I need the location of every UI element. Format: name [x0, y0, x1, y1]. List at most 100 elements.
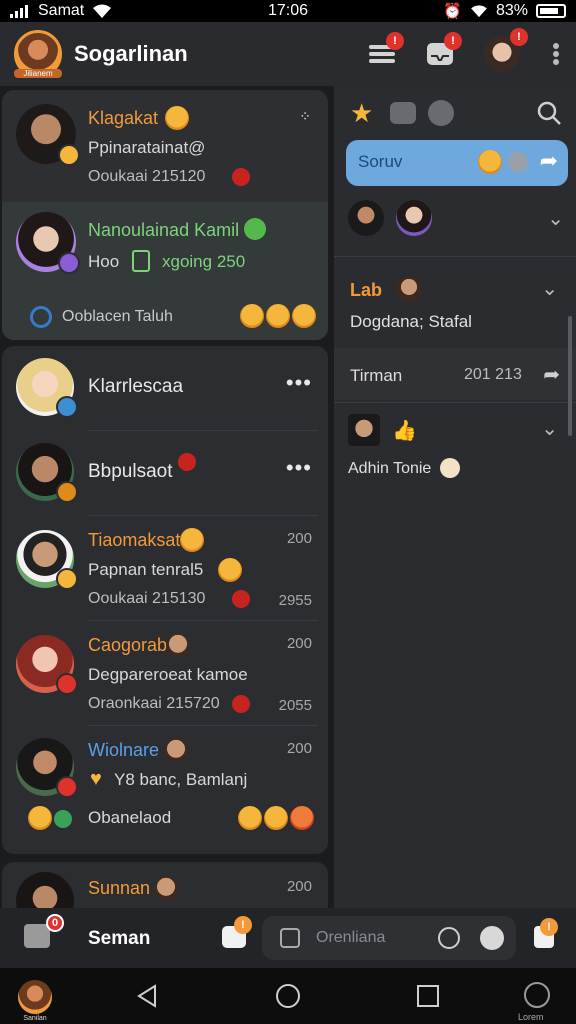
search-placeholder: Orenliana — [316, 929, 386, 946]
app-avatar[interactable]: Jilianem — [14, 30, 62, 78]
thumbs-up-icon[interactable]: 👍 — [392, 418, 417, 443]
item-count: 200 — [286, 740, 312, 757]
notifications-button[interactable]: ! — [426, 32, 462, 68]
status-bar: Samat 17:06 ⏰ 83% — [0, 0, 576, 22]
app-avatar-label: Jilianem — [14, 69, 62, 78]
section-label: Adhin Tonie — [348, 460, 432, 477]
add-reaction-icon[interactable] — [54, 810, 72, 828]
item-footer: Obanelaod — [88, 808, 172, 827]
reactions — [238, 806, 314, 830]
contact-name: Wiolnare — [88, 740, 160, 760]
avatar — [16, 530, 78, 590]
wifi-icon — [93, 4, 112, 18]
contact-meta: Ooukaai 215130 — [88, 590, 206, 607]
chat-bubble-icon[interactable] — [390, 102, 416, 124]
assistant-icon[interactable] — [524, 982, 550, 1008]
more-icon[interactable]: ••• — [286, 455, 312, 481]
recents-icon[interactable] — [416, 984, 440, 1008]
share-arrow-icon[interactable]: ➦ — [543, 362, 560, 387]
carrier-label: Samat — [38, 2, 85, 19]
partial-card: Sunnan 200 — [2, 862, 328, 912]
nav-right-label: Lorem — [518, 1012, 544, 1022]
status-badge — [56, 396, 78, 418]
section-lab[interactable]: Lab ⌄ Dogdana; Stafal — [334, 270, 576, 350]
user-emoji-icon — [164, 738, 188, 762]
contact-subtitle-a: Hoo — [88, 252, 120, 271]
like-icon[interactable] — [24, 924, 50, 948]
avatar[interactable] — [348, 200, 384, 236]
status-badge — [56, 673, 78, 695]
chevron-down-icon[interactable]: ⌄ — [541, 416, 558, 441]
battery-icon — [536, 4, 566, 18]
more-circle-icon[interactable] — [428, 100, 454, 126]
list-item[interactable]: Klagakat ⁘ Ppinaratainat@ Ooukaai 215120 — [2, 90, 328, 202]
back-icon[interactable] — [136, 984, 158, 1008]
section-tirman[interactable]: Tirman 201 213 ➦ — [334, 348, 576, 400]
menu-button[interactable]: ! — [368, 32, 404, 68]
section-adhin[interactable]: 👍 ⌄ Adhin Tonie — [334, 412, 576, 492]
scrollbar[interactable] — [568, 316, 572, 436]
grid-dots-icon[interactable]: ⁘ — [299, 108, 312, 125]
section-label: Tirman — [350, 366, 403, 385]
calendar-icon — [280, 928, 300, 948]
list-item[interactable]: Caogorab 200 Degpareroeat kamoe Oraonkaa… — [2, 621, 328, 725]
record-icon[interactable] — [438, 927, 460, 949]
star-icon[interactable]: ★ — [350, 98, 373, 129]
heart-icon: ♥ — [90, 768, 102, 790]
contact-name: Caogorab — [88, 635, 168, 655]
smile-emoji-icon — [165, 106, 189, 130]
section-value: 201 213 — [464, 366, 522, 383]
battery-percent: 83% — [495, 2, 528, 19]
unread-dot — [178, 453, 196, 471]
wifi-icon-right — [471, 5, 487, 18]
page-title: Sogarlinan — [74, 41, 188, 66]
avatar[interactable] — [396, 200, 432, 236]
status-badge — [56, 776, 78, 798]
contact-name: Klagakat — [88, 108, 159, 128]
contact-meta: Ooukaai 215120 — [88, 168, 206, 185]
app-header: Jilianem Sogarlinan ! ! ! — [0, 22, 576, 86]
avatar — [16, 443, 78, 503]
smile-emoji-icon — [28, 806, 52, 830]
home-icon[interactable] — [274, 982, 302, 1010]
item-count: 200 — [286, 878, 312, 895]
nav-avatar-label: Sanilan — [23, 1015, 47, 1022]
more-options-button[interactable] — [550, 40, 562, 68]
section-title: Lab — [350, 280, 383, 300]
status-chip[interactable]: Soruv ➦ — [346, 140, 568, 186]
contact-name: Bbpulsaot — [88, 461, 173, 482]
list-item[interactable]: Klarrlescaa ••• — [2, 346, 328, 430]
more-icon[interactable]: ••• — [286, 370, 312, 396]
contact-meta: Oraonkaai 215720 — [88, 695, 220, 712]
menu-badge: ! — [386, 32, 404, 50]
compose-bar: 0 Seman ! Orenliana ! — [0, 908, 576, 968]
chevron-down-icon[interactable]: ⌄ — [547, 206, 564, 231]
smile-emoji-icon — [292, 304, 316, 328]
share-arrow-icon[interactable]: ➦ — [540, 148, 558, 174]
participants: ⌄ — [348, 200, 568, 244]
status-badge — [56, 568, 78, 590]
nav-avatar[interactable]: Sanilan — [18, 980, 52, 1022]
list-item[interactable]: Bbpulsaot ••• — [2, 431, 328, 515]
smile-emoji-icon — [240, 304, 264, 328]
bottom-label: Seman — [88, 928, 151, 949]
list-item[interactable]: Tiaomaksat 200 Papnan tenral5 Ooukaai 21… — [2, 516, 328, 620]
search-icon[interactable] — [536, 100, 562, 126]
smile-emoji-icon — [238, 806, 262, 830]
chip-label: Soruv — [358, 152, 403, 171]
reactions — [240, 304, 316, 328]
emoji-badge — [58, 144, 80, 166]
status-badge — [58, 252, 80, 274]
search-field[interactable]: Orenliana — [262, 916, 516, 960]
list-item[interactable]: Wiolnare 200 ♥ Y8 banc, Bamlanj Obanelao… — [2, 726, 328, 854]
list-item-active[interactable]: Nanoulainad Kamil Hoo xgoing 250 Ooblace… — [2, 202, 328, 340]
contact-subtitle: Y8 banc, Bamlanj — [114, 770, 248, 789]
face-icon — [440, 458, 460, 478]
unread-dot — [232, 695, 250, 713]
chevron-down-icon[interactable]: ⌄ — [541, 276, 558, 301]
divider — [334, 256, 576, 257]
contact-name: Klarrlescaa — [88, 376, 184, 397]
emoji-picker-icon[interactable] — [480, 926, 504, 950]
profile-avatar[interactable]: ! — [484, 28, 528, 72]
settings-dot-icon — [508, 152, 528, 172]
